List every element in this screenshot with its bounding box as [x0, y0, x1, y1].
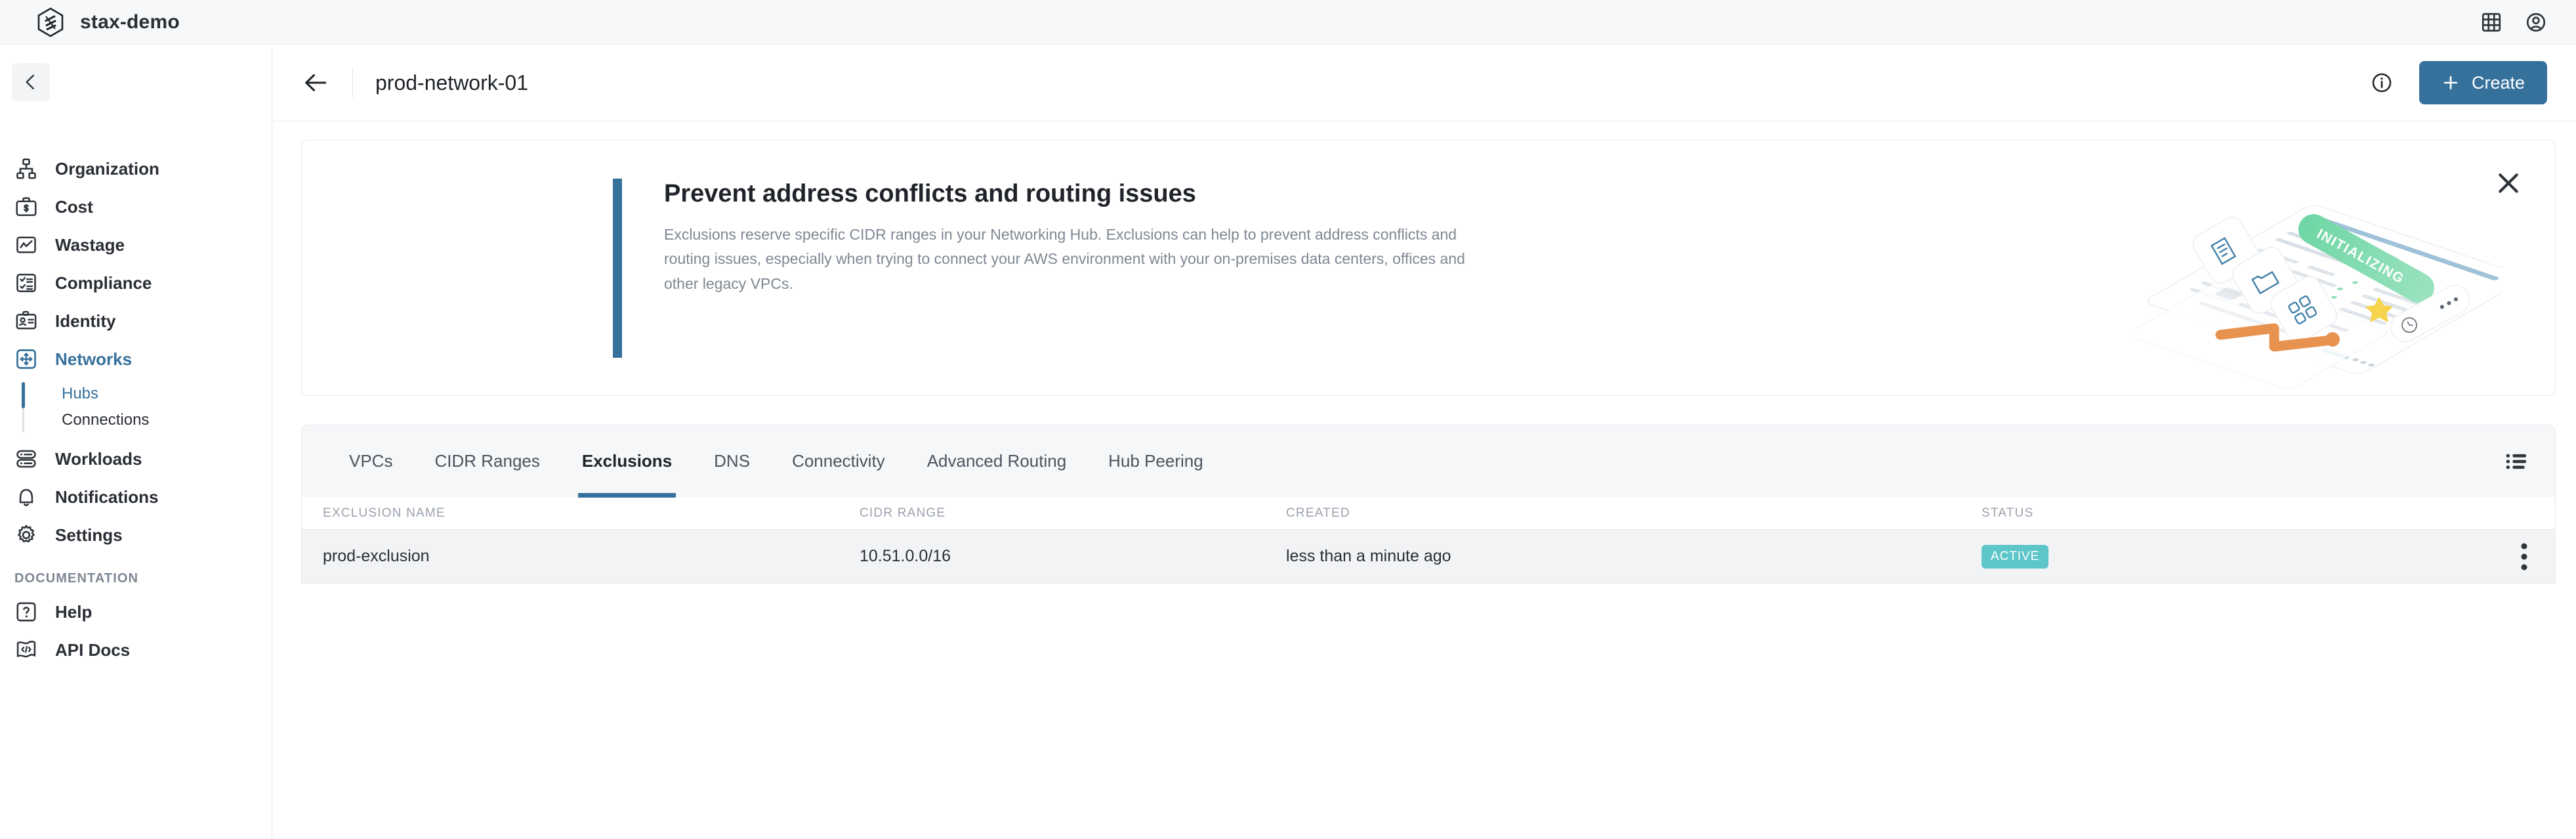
sidebar-item-notifications[interactable]: Notifications: [0, 478, 272, 516]
sidebar-item-label: Networks: [55, 349, 133, 369]
exclusions-illustration: INITIALIZING: [2135, 205, 2503, 389]
tab-exclusions[interactable]: Exclusions: [561, 425, 693, 498]
column-header-exclusion-name: EXCLUSION NAME: [323, 506, 446, 520]
sidebar-item-label: Settings: [55, 525, 123, 545]
tabs-and-table: VPCs CIDR Ranges Exclusions DNS Connecti…: [301, 425, 2556, 584]
create-button[interactable]: Create: [2419, 61, 2547, 104]
id-card-icon: [16, 311, 37, 330]
sidebar-item-hubs[interactable]: Hubs: [21, 381, 272, 407]
page-header: prod-network-01 Create: [272, 45, 2576, 121]
status-badge: ACTIVE: [1982, 544, 2049, 569]
banner-title: Prevent address conflicts and routing is…: [664, 180, 1196, 207]
tab-bar-actions: [2504, 449, 2555, 474]
sidebar-item-label: Workloads: [55, 448, 142, 469]
app-bar: stax-demo: [0, 0, 2576, 45]
tab-vpcs[interactable]: VPCs: [328, 425, 413, 498]
list-view-icon[interactable]: [2504, 449, 2529, 474]
sidebar-item-label: API Docs: [55, 639, 131, 660]
grid-apps-icon[interactable]: [2480, 11, 2503, 33]
sidebar-item-organization[interactable]: Organization: [0, 150, 272, 188]
sidebar-item-label: Compliance: [55, 272, 152, 293]
gear-icon: [18, 525, 35, 543]
code-flag-icon: [16, 640, 36, 658]
tab-bar: VPCs CIDR Ranges Exclusions DNS Connecti…: [301, 425, 2556, 498]
column-header-cidr-range: CIDR RANGE: [860, 506, 946, 520]
tab-hub-peering[interactable]: Hub Peering: [1087, 425, 1224, 498]
row-actions-button[interactable]: [2521, 542, 2555, 571]
bell-icon: [19, 488, 33, 506]
sidebar-item-label: Notifications: [55, 486, 159, 507]
cell-exclusion-name: prod-exclusion: [323, 547, 430, 565]
sidebar-item-label: Cost: [55, 196, 93, 217]
info-banner: Prevent address conflicts and routing is…: [301, 140, 2556, 396]
sidebar-item-label: Organization: [55, 158, 159, 179]
info-circle-icon[interactable]: [2371, 72, 2393, 94]
sidebar-item-help[interactable]: Help: [0, 593, 272, 631]
sidebar-item-identity[interactable]: Identity: [0, 302, 272, 340]
tab-cidr-ranges[interactable]: CIDR Ranges: [413, 425, 560, 498]
app-bar-actions: [2480, 11, 2576, 33]
tab-advanced-routing[interactable]: Advanced Routing: [906, 425, 1087, 498]
server-stack-icon: [16, 450, 36, 468]
sidebar-item-label: Wastage: [55, 234, 125, 255]
column-header-status: STATUS: [1982, 506, 2034, 520]
brand[interactable]: stax-demo: [0, 7, 180, 37]
sidebar-item-wastage[interactable]: Wastage: [0, 226, 272, 264]
user-account-icon[interactable]: [2525, 11, 2547, 33]
tab-connectivity[interactable]: Connectivity: [771, 425, 906, 498]
network-arrows-icon: [16, 349, 36, 369]
tab-dns[interactable]: DNS: [693, 425, 771, 498]
chevron-left-icon: [26, 74, 34, 90]
header-divider: [352, 68, 353, 98]
arrow-left-icon[interactable]: [301, 68, 330, 97]
stax-hex-logo-icon: [37, 7, 64, 37]
sidebar-item-compliance[interactable]: Compliance: [0, 264, 272, 302]
sidebar: Organization Cost Wastage Compliance Ide…: [0, 45, 272, 839]
sidebar-item-label: Help: [55, 601, 93, 622]
banner-accent-bar: [613, 179, 622, 358]
cell-cidr-range: 10.51.0.0/16: [860, 547, 951, 565]
page-header-actions: Create: [2371, 61, 2576, 104]
banner-text: Prevent address conflicts and routing is…: [664, 180, 1484, 296]
sidebar-item-settings[interactable]: Settings: [0, 516, 272, 554]
sidebar-collapse-button[interactable]: [12, 63, 50, 101]
subnav-active-indicator: [22, 382, 25, 408]
banner-body: Exclusions reserve specific CIDR ranges …: [664, 226, 1465, 292]
main-content: Prevent address conflicts and routing is…: [272, 121, 2576, 839]
org-chart-icon: [16, 158, 36, 179]
question-box-icon: [16, 602, 36, 622]
cell-created: less than a minute ago: [1286, 547, 1451, 565]
sidebar-item-label: Identity: [55, 311, 116, 331]
sidebar-item-workloads[interactable]: Workloads: [0, 440, 272, 478]
sidebar-item-api-docs[interactable]: API Docs: [0, 631, 272, 669]
sidebar-section-documentation: DOCUMENTATION: [14, 571, 139, 586]
column-header-created: CREATED: [1286, 506, 1350, 520]
plus-icon: [2443, 75, 2458, 90]
sidebar-subnav-networks: Hubs Connections: [0, 381, 272, 433]
exclusions-table: EXCLUSION NAME CIDR RANGE CREATED STATUS…: [301, 497, 2556, 584]
checklist-icon: [16, 273, 36, 293]
table-header-row: EXCLUSION NAME CIDR RANGE CREATED STATUS: [302, 497, 2555, 530]
kebab-menu-icon: [2521, 543, 2527, 570]
cell-status: ACTIVE: [1982, 544, 2441, 569]
sidebar-item-connections[interactable]: Connections: [21, 407, 272, 433]
page-title: prod-network-01: [375, 70, 528, 95]
table-row[interactable]: prod-exclusion 10.51.0.0/16 less than a …: [302, 530, 2555, 584]
sidebar-nav: Organization Cost Wastage Compliance Ide…: [0, 150, 272, 669]
create-button-label: Create: [2471, 72, 2525, 93]
chart-line-box-icon: [16, 236, 36, 253]
briefcase-dollar-icon: [16, 197, 37, 217]
sidebar-item-cost[interactable]: Cost: [0, 188, 272, 226]
brand-name: stax-demo: [80, 11, 180, 33]
sidebar-item-networks[interactable]: Networks: [0, 340, 272, 378]
